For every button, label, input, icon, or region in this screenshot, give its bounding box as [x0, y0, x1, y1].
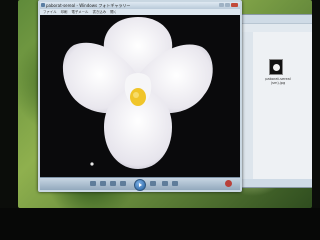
delete-icon[interactable]: [225, 180, 232, 187]
orchid-photo: [62, 17, 213, 169]
image-thumbnail-icon[interactable]: [269, 59, 283, 75]
viewer-titlebar[interactable]: paborat-sereal - Windows フォトギャラリー: [40, 2, 240, 9]
maximize-button[interactable]: [225, 3, 230, 7]
menu-email[interactable]: 電子メール: [72, 10, 89, 14]
next-icon[interactable]: [150, 181, 156, 186]
image-canvas[interactable]: [40, 15, 240, 178]
play-slideshow-icon[interactable]: [134, 179, 146, 191]
info-icon[interactable]: [90, 181, 96, 186]
viewer-toolbar: [40, 177, 240, 191]
cursor-dot: [90, 162, 94, 166]
back-icon[interactable]: [100, 181, 106, 186]
monitor-screen: paborat-sereal (sm).jpg paborat-sereal -…: [18, 0, 312, 208]
menu-file[interactable]: ファイル: [43, 10, 57, 14]
window-controls: [219, 3, 238, 7]
thumbnail-flower: [272, 63, 280, 71]
zoom-icon[interactable]: [110, 181, 116, 186]
rotate-right-icon[interactable]: [172, 181, 178, 186]
photo-viewer-window[interactable]: paborat-sereal - Windows フォトギャラリー ファイル 印…: [38, 0, 242, 192]
menu-print[interactable]: 印刷: [61, 10, 68, 14]
previous-icon[interactable]: [120, 181, 126, 186]
app-icon: [41, 3, 45, 7]
viewer-title: paborat-sereal - Windows フォトギャラリー: [46, 3, 131, 8]
minimize-button[interactable]: [219, 3, 224, 7]
file-label[interactable]: paborat-sereal (sm).jpg: [261, 77, 295, 85]
explorer-status-text: [255, 180, 256, 184]
rotate-left-icon[interactable]: [162, 181, 168, 186]
monitor-bezel: [0, 208, 320, 240]
menu-open[interactable]: 開く: [110, 10, 117, 14]
close-button[interactable]: [231, 3, 238, 7]
menu-burn[interactable]: 書き込み: [93, 10, 107, 14]
